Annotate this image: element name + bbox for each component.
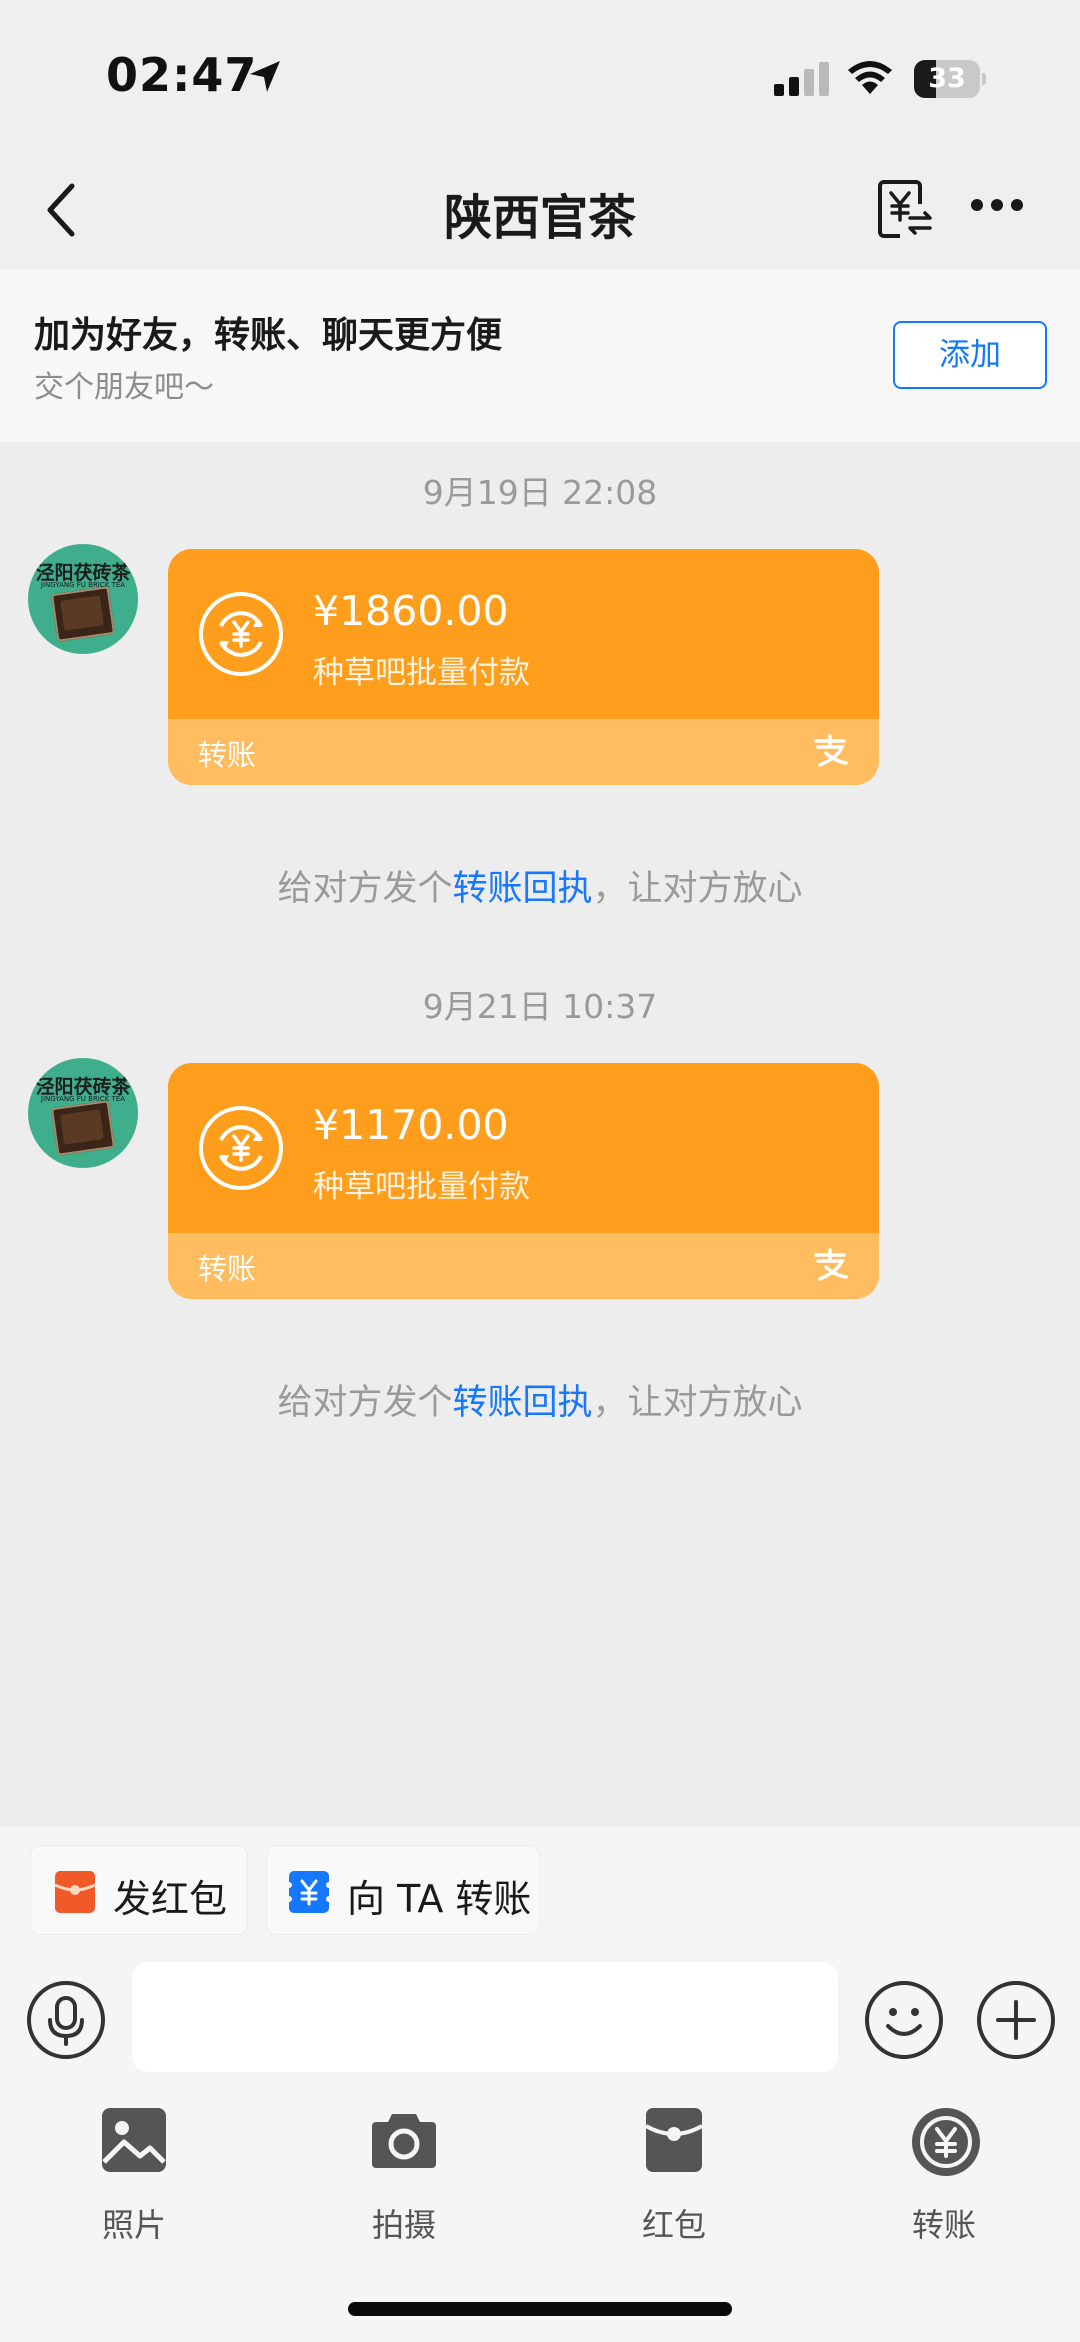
send-red-packet-button[interactable]: 发红包 bbox=[30, 1845, 248, 1935]
page-title: 陕西官茶 bbox=[443, 190, 636, 246]
status-time: 02:47 bbox=[106, 48, 258, 102]
signal-icon bbox=[774, 62, 829, 96]
send-red-packet-label: 发红包 bbox=[113, 1877, 228, 1921]
receipt-hint: 给对方发个转账回执，让对方放心 bbox=[0, 1374, 1080, 1425]
home-indicator[interactable] bbox=[348, 2302, 732, 2316]
tool-camera[interactable]: 拍摄 bbox=[324, 2106, 484, 2256]
receipt-hint-prefix: 给对方发个 bbox=[277, 869, 453, 909]
transfer-note: 种草吧批量付款 bbox=[313, 655, 530, 691]
red-packet-icon bbox=[55, 1871, 95, 1913]
bottom-panel: 发红包 向 TA 转账 照片 拍摄 红包 转账 bbox=[0, 1826, 1080, 2342]
battery-level: 33 bbox=[928, 63, 966, 94]
battery-icon: 33 bbox=[914, 60, 986, 98]
status-bar: 02:47 33 bbox=[0, 0, 1080, 150]
transfer-label: 转账 bbox=[198, 1252, 257, 1286]
red-envelope-icon bbox=[645, 2108, 703, 2172]
message-input[interactable] bbox=[132, 1962, 838, 2072]
transfer-exchange-icon bbox=[199, 1106, 283, 1190]
receipt-hint-prefix: 给对方发个 bbox=[277, 1383, 453, 1423]
emoji-icon[interactable] bbox=[864, 1980, 944, 2060]
camera-icon bbox=[372, 2114, 436, 2168]
more-icon[interactable] bbox=[970, 198, 1024, 212]
transfer-note: 种草吧批量付款 bbox=[313, 1169, 530, 1205]
chat-screen: 02:47 33 陕西官茶 加为好友，转账、聊天更方便 交个朋友吧～ 添加 9月… bbox=[0, 0, 1080, 2342]
tool-transfer[interactable]: 转账 bbox=[864, 2106, 1024, 2256]
photo-icon bbox=[102, 2108, 166, 2172]
wifi-icon bbox=[848, 61, 892, 94]
message-timestamp: 9月21日 10:37 bbox=[422, 987, 658, 1026]
avatar[interactable]: 泾阳茯砖茶 JINGYANG FU BRICK TEA bbox=[28, 544, 138, 654]
transfer-to-ta-label: 向 TA 转账 bbox=[347, 1877, 532, 1921]
transfer-exchange-icon bbox=[199, 592, 283, 676]
receipt-hint: 给对方发个转账回执，让对方放心 bbox=[0, 860, 1080, 911]
transfer-card[interactable]: ¥1860.00 种草吧批量付款 转账 bbox=[168, 549, 879, 785]
alipay-icon bbox=[814, 734, 848, 767]
transfer-to-ta-button[interactable]: 向 TA 转账 bbox=[266, 1845, 540, 1935]
transfer-amount: ¥1170.00 bbox=[313, 1101, 509, 1149]
tool-camera-label: 拍摄 bbox=[371, 2206, 436, 2244]
receipt-hint-suffix: ，让对方放心 bbox=[592, 869, 803, 909]
plus-icon[interactable] bbox=[976, 1980, 1056, 2060]
transfer-coin-icon bbox=[912, 2108, 980, 2176]
alipay-icon bbox=[814, 1248, 848, 1281]
add-friend-banner: 加为好友，转账、聊天更方便 交个朋友吧～ 添加 bbox=[0, 270, 1080, 442]
transfer-label: 转账 bbox=[198, 738, 257, 772]
transfer-amount: ¥1860.00 bbox=[313, 587, 509, 635]
microphone-icon[interactable] bbox=[26, 1980, 106, 2060]
tool-photo[interactable]: 照片 bbox=[54, 2106, 214, 2256]
nav-bar: 陕西官茶 bbox=[0, 150, 1080, 270]
message-timestamp: 9月19日 22:08 bbox=[422, 473, 658, 512]
tool-red-packet[interactable]: 红包 bbox=[594, 2106, 754, 2256]
tool-transfer-label: 转账 bbox=[911, 2206, 976, 2244]
transfer-receipt-link[interactable]: 转账回执 bbox=[452, 869, 592, 909]
transfer-card-icon bbox=[287, 1871, 331, 1913]
avatar[interactable]: 泾阳茯砖茶 JINGYANG FU BRICK TEA bbox=[28, 1058, 138, 1168]
transfer-card[interactable]: ¥1170.00 种草吧批量付款 转账 bbox=[168, 1063, 879, 1299]
transfer-record-icon[interactable] bbox=[876, 178, 936, 240]
banner-subtitle: 交个朋友吧～ bbox=[34, 370, 214, 405]
tool-red-packet-label: 红包 bbox=[641, 2206, 706, 2244]
tool-photo-label: 照片 bbox=[101, 2206, 166, 2244]
back-icon[interactable] bbox=[42, 180, 82, 240]
avatar-subtext: JINGYANG FU BRICK TEA bbox=[40, 1095, 126, 1103]
banner-title: 加为好友，转账、聊天更方便 bbox=[34, 315, 503, 356]
add-friend-button[interactable]: 添加 bbox=[893, 321, 1047, 389]
receipt-hint-suffix: ，让对方放心 bbox=[592, 1383, 803, 1423]
location-arrow-icon bbox=[250, 61, 280, 92]
transfer-receipt-link[interactable]: 转账回执 bbox=[452, 1383, 592, 1423]
avatar-subtext: JINGYANG FU BRICK TEA bbox=[40, 581, 126, 589]
